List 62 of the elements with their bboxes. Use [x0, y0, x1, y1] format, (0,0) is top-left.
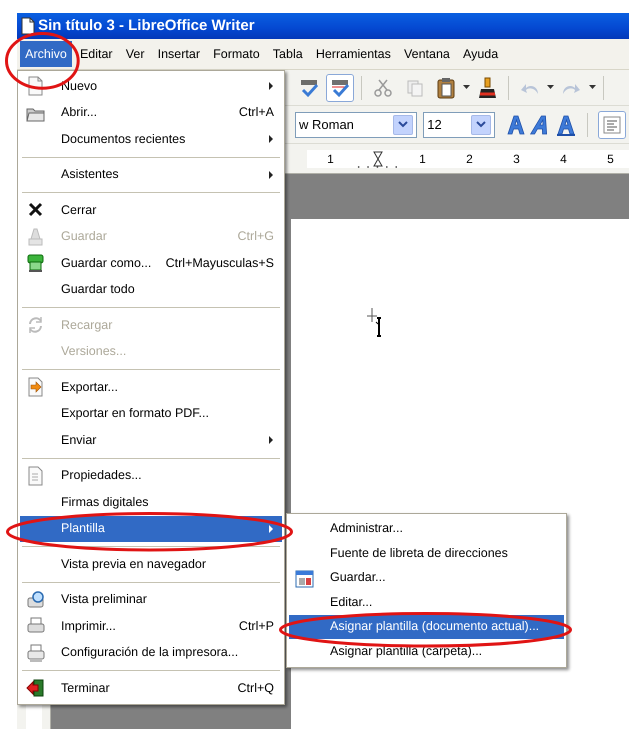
document-arrow-icon [26, 377, 45, 397]
menu-item[interactable]: Abrir... Ctrl+A [20, 100, 282, 126]
caret-icon[interactable] [462, 85, 470, 90]
menu-item[interactable]: Imprimir... Ctrl+P [20, 613, 282, 640]
menu-item[interactable]: Exportar... [20, 374, 282, 400]
align-left-icon[interactable] [603, 116, 622, 134]
menu-item[interactable]: Exportar en formato PDF... [20, 400, 282, 427]
menu-bar-item[interactable]: Editar [74, 40, 118, 68]
menu-item[interactable]: Asignar plantilla (carpeta)... [289, 639, 564, 664]
menu-item[interactable]: Terminar Ctrl+Q [20, 675, 282, 702]
menu-bar-item[interactable]: Herramientas [310, 40, 396, 68]
paste-icon[interactable] [436, 76, 456, 98]
shortcut-text: Ctrl+G [236, 228, 274, 246]
menu-item[interactable]: Guardar todo [20, 276, 282, 303]
dropdown-button[interactable] [471, 114, 492, 134]
menu-bar-item[interactable]: Archivo [20, 40, 72, 68]
dropdown-icon[interactable] [398, 121, 408, 128]
menu-bar-item[interactable]: Ver [120, 40, 150, 68]
menu-bar-item[interactable]: Ventana [398, 40, 455, 68]
menu-item[interactable]: Cerrar [20, 197, 282, 224]
shortcut-text: Ctrl+Q [236, 680, 274, 697]
bold-icon[interactable] [504, 114, 527, 136]
menu-item[interactable]: Documentos recientes [20, 126, 282, 152]
menu-bar-item[interactable]: Insertar [152, 40, 205, 68]
exit-icon [26, 678, 45, 698]
menu-item[interactable]: Administrar... [289, 516, 564, 541]
magnifier-icon [26, 590, 45, 610]
menu-item[interactable]: Guardar como... Ctrl+Mayusculas+S [20, 250, 282, 276]
refresh-icon [26, 315, 45, 335]
menu-item[interactable]: Asistentes [20, 162, 282, 188]
menu-bar-item[interactable]: Tabla [268, 40, 308, 68]
indent-marker-icon[interactable] [373, 150, 383, 166]
dropdown-icon[interactable] [476, 121, 486, 128]
document-icon [21, 17, 35, 35]
shortcut-text: Ctrl+A [238, 104, 274, 122]
font-size-field[interactable]: 12 [423, 112, 496, 138]
printer-icon [26, 642, 45, 662]
menu-item[interactable]: Editar... [289, 590, 564, 614]
spellcheck-icon[interactable] [298, 78, 320, 98]
menu-bar-item[interactable]: Formato [208, 40, 265, 68]
dropdown-button[interactable] [392, 114, 413, 134]
window-title: Sin título 3 - LibreOffice Writer [38, 16, 255, 36]
menu-item[interactable]: Propiedades... [20, 462, 282, 489]
menu-item[interactable]: Enviar [20, 427, 282, 454]
menu-item[interactable]: Guardar... [289, 566, 564, 590]
menu-item[interactable]: Plantilla [20, 516, 282, 542]
cut-icon[interactable] [373, 78, 394, 98]
underline-icon[interactable] [554, 114, 577, 136]
window-icon [295, 568, 314, 588]
shortcut-text: Ctrl+Mayusculas+S [164, 254, 274, 272]
menu-item[interactable]: Configuración de la impresora... [20, 640, 282, 666]
font-name-field[interactable]: w Roman [295, 112, 417, 138]
menu-item[interactable]: Firmas digitales [20, 489, 282, 516]
document-icon [26, 466, 45, 486]
menu-bar-item[interactable]: Ayuda [458, 40, 504, 68]
menu-item[interactable]: Fuente de libreta de direcciones [289, 541, 564, 566]
shortcut-text: Ctrl+P [238, 618, 274, 635]
spellcheck-icon[interactable] [329, 78, 352, 98]
caret-icon[interactable] [547, 85, 554, 90]
menu-item[interactable]: Vista previa en navegador [20, 551, 282, 578]
menu-item[interactable]: Vista preliminar [20, 586, 282, 613]
caret-icon[interactable] [588, 85, 596, 90]
